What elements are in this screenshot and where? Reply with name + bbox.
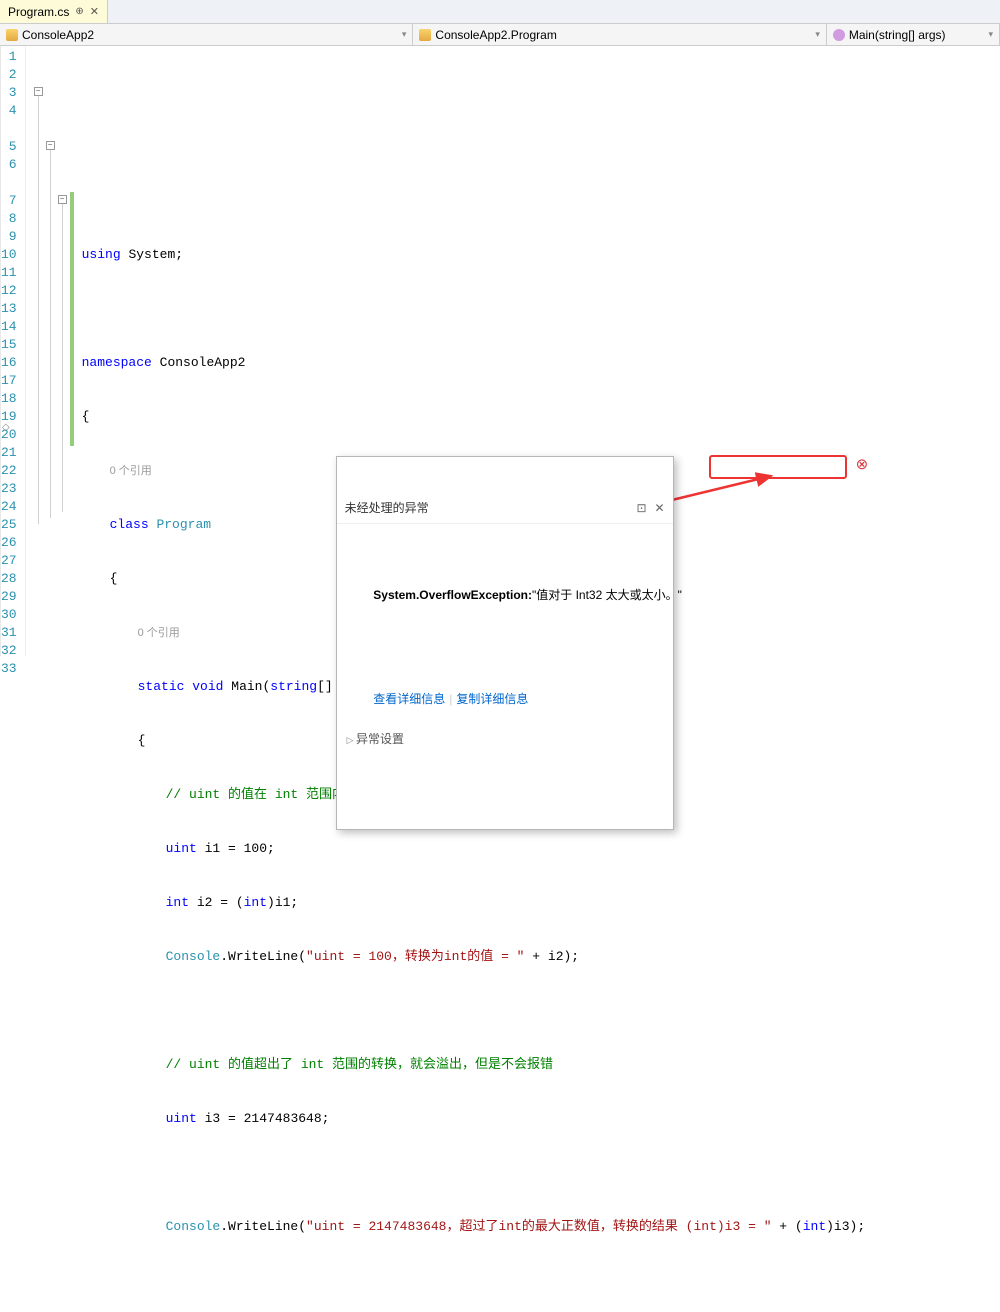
file-tab[interactable]: Program.cs ⊕ ✕ — [0, 0, 108, 23]
view-details-link[interactable]: 查看详细信息 — [373, 692, 445, 706]
nav-method[interactable]: Main(string[] args) ▾ — [827, 24, 1000, 45]
project-icon — [6, 29, 18, 41]
exception-message: "值对于 Int32 太大或太小。" — [532, 588, 682, 602]
exception-settings-expand[interactable]: 异常设置 — [347, 730, 663, 749]
error-icon[interactable]: ⊗ — [856, 457, 869, 475]
nav-class[interactable]: ConsoleApp2.Program ▾ — [413, 24, 826, 45]
method-icon — [833, 29, 845, 41]
nav-method-label: Main(string[] args) — [849, 28, 946, 42]
chevron-down-icon: ▾ — [402, 29, 407, 40]
lightbulb-icon[interactable]: ◇ — [2, 422, 10, 434]
close-icon[interactable]: ✕ — [90, 5, 99, 18]
popup-footer: 查看详细信息|复制详细信息 异常设置 — [337, 666, 673, 793]
editor: ◇ 12345678910111213141516171819202122232… — [0, 46, 1000, 656]
line-number-gutter: 1234567891011121314151617181920212223242… — [1, 46, 26, 656]
nav-class-label: ConsoleApp2.Program — [435, 28, 556, 42]
nav-project[interactable]: ConsoleApp2 ▾ — [0, 24, 413, 45]
copy-details-link[interactable]: 复制详细信息 — [456, 692, 528, 706]
navigation-bar: ConsoleApp2 ▾ ConsoleApp2.Program ▾ Main… — [0, 24, 1000, 46]
popup-pin-icon[interactable]: ⊡ — [636, 499, 646, 517]
class-icon — [419, 29, 431, 41]
chevron-down-icon: ▾ — [815, 29, 820, 40]
popup-title: 未经处理的异常 — [345, 499, 629, 517]
nav-project-label: ConsoleApp2 — [22, 28, 94, 42]
fold-toggle[interactable]: − — [34, 87, 43, 96]
fold-toggle[interactable]: − — [58, 195, 67, 204]
exception-type: System.OverflowException: — [373, 588, 532, 602]
exception-popup: 未经处理的异常 ⊡ ✕ System.OverflowException:"值对… — [336, 456, 674, 830]
popup-header: 未经处理的异常 ⊡ ✕ — [337, 493, 673, 524]
fold-toggle[interactable]: − — [46, 141, 55, 150]
code-area[interactable]: − − − using System; namespace ConsoleApp… — [26, 46, 1000, 656]
margin-column: ◇ — [0, 46, 1, 656]
popup-body: System.OverflowException:"值对于 Int32 太大或太… — [337, 560, 673, 630]
tab-filename: Program.cs — [8, 5, 69, 19]
pin-icon[interactable]: ⊕ — [75, 6, 83, 17]
popup-close-icon[interactable]: ✕ — [655, 499, 665, 517]
chevron-down-icon: ▾ — [988, 29, 993, 40]
tab-bar: Program.cs ⊕ ✕ — [0, 0, 1000, 24]
